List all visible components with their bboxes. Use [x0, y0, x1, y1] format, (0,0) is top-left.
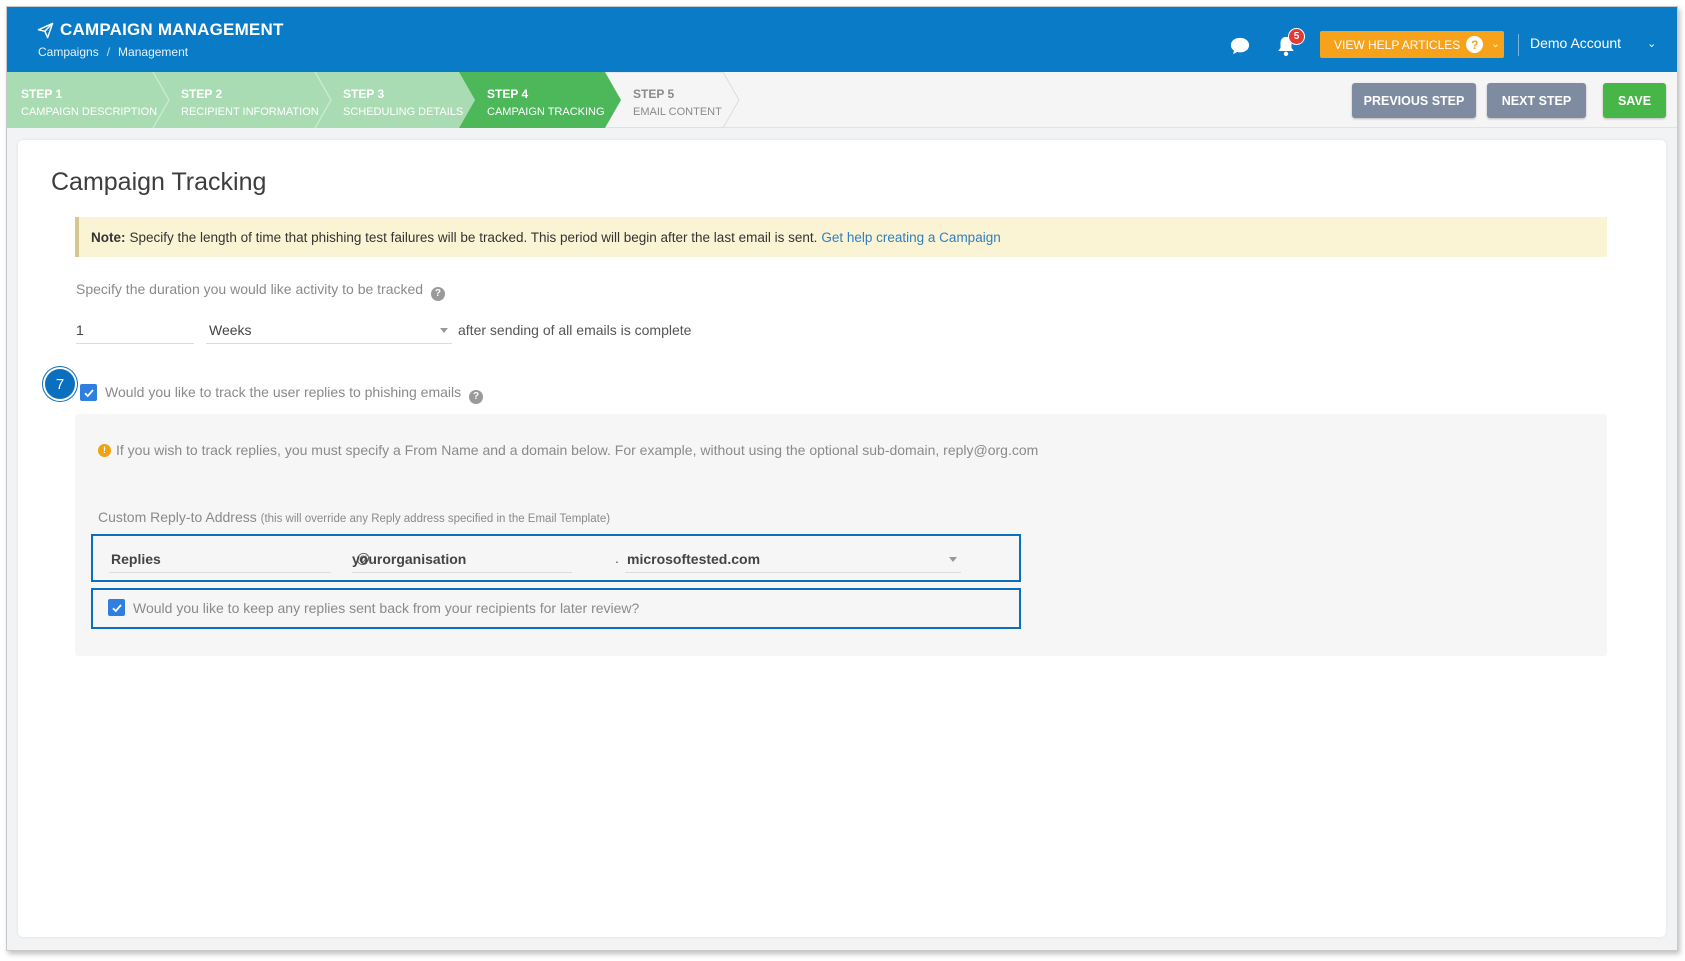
top-header: CAMPAIGN MANAGEMENT Campaigns / Manageme…: [7, 7, 1677, 72]
notification-badge: 5: [1288, 28, 1305, 45]
step-2[interactable]: STEP 2 RECIPIENT INFORMATION: [181, 85, 319, 121]
app-window: CAMPAIGN MANAGEMENT Campaigns / Manageme…: [6, 6, 1678, 951]
duration-unit-select[interactable]: Weeks: [206, 316, 452, 344]
main-card: Campaign Tracking Note: Specify the leng…: [18, 140, 1666, 937]
track-replies-label: Would you like to track the user replies…: [105, 384, 484, 404]
question-circle-icon[interactable]: ?: [430, 286, 445, 301]
duration-unit-value: Weeks: [209, 321, 252, 338]
caret-down-icon: [440, 328, 448, 333]
reply-address-hint: (this will override any Reply address sp…: [260, 513, 611, 525]
reply-settings-panel: ! If you wish to track replies, you must…: [75, 414, 1607, 656]
subdomain-input[interactable]: [352, 546, 572, 573]
dot-separator: .: [615, 550, 619, 566]
checkmark-icon: [111, 603, 122, 612]
reply-address-group: @ . microsoftested.com: [91, 534, 1021, 582]
duration-label-text: Specify the duration you would like acti…: [76, 281, 424, 297]
keep-replies-checkbox[interactable]: [108, 599, 125, 616]
reply-info-line: ! If you wish to track replies, you must…: [98, 442, 1038, 458]
keep-replies-label: Would you like to keep any replies sent …: [133, 600, 640, 616]
app-title-text: CAMPAIGN MANAGEMENT: [60, 20, 284, 39]
info-circle-icon: !: [98, 443, 111, 457]
breadcrumb-separator: /: [106, 45, 111, 59]
duration-suffix: after sending of all emails is complete: [458, 322, 692, 338]
save-button[interactable]: SAVE: [1603, 83, 1666, 118]
chat-icon[interactable]: [1229, 36, 1251, 56]
note-prefix: Note:: [91, 229, 126, 245]
reply-info-text: If you wish to track replies, you must s…: [116, 442, 1039, 458]
note-text: Specify the length of time that phishing…: [129, 229, 818, 245]
step-1[interactable]: STEP 1 CAMPAIGN DESCRIPTION: [21, 85, 157, 121]
domain-value: microsoftested.com: [627, 551, 761, 567]
step-5[interactable]: STEP 5 EMAIL CONTENT: [633, 85, 722, 121]
question-circle-icon[interactable]: ?: [469, 389, 484, 404]
account-menu[interactable]: Demo Account ⌄: [1530, 35, 1656, 51]
track-replies-label-text: Would you like to track the user replies…: [105, 384, 462, 400]
breadcrumb-campaigns[interactable]: Campaigns: [38, 45, 99, 59]
paper-plane-icon: [37, 22, 54, 38]
note-banner: Note: Specify the length of time that ph…: [75, 217, 1607, 257]
help-button-label: VIEW HELP ARTICLES: [1334, 37, 1461, 52]
wizard-steps-bar: STEP 1 CAMPAIGN DESCRIPTION STEP 2 RECIP…: [7, 72, 1677, 128]
reply-address-label-text: Custom Reply-to Address: [98, 509, 257, 525]
callout-number-badge: 7: [45, 369, 75, 399]
help-campaign-link[interactable]: Get help creating a Campaign: [821, 230, 1000, 245]
previous-step-button[interactable]: PREVIOUS STEP: [1352, 83, 1476, 118]
duration-label: Specify the duration you would like acti…: [76, 281, 445, 301]
account-name: Demo Account: [1530, 35, 1622, 51]
domain-select[interactable]: microsoftested.com: [625, 546, 961, 573]
header-divider: [1518, 34, 1519, 56]
duration-value-input[interactable]: [76, 316, 194, 344]
breadcrumb-management[interactable]: Management: [118, 45, 188, 59]
view-help-articles-button[interactable]: VIEW HELP ARTICLES ? ⌄: [1320, 31, 1504, 58]
app-title: CAMPAIGN MANAGEMENT: [37, 20, 284, 40]
next-step-button[interactable]: NEXT STEP: [1487, 83, 1586, 118]
from-name-input[interactable]: [109, 546, 331, 573]
step-4[interactable]: STEP 4 CAMPAIGN TRACKING: [487, 85, 605, 121]
chevron-down-icon: ⌄: [1491, 39, 1500, 50]
track-replies-checkbox[interactable]: [80, 384, 97, 401]
breadcrumb: Campaigns / Management: [38, 45, 188, 59]
question-circle-icon: ?: [1466, 36, 1484, 53]
chevron-down-icon: ⌄: [1647, 37, 1657, 50]
reply-address-label: Custom Reply-to Address (this will overr…: [98, 509, 610, 525]
checkmark-icon: [83, 388, 94, 397]
page-title: Campaign Tracking: [51, 168, 267, 196]
step-3[interactable]: STEP 3 SCHEDULING DETAILS: [343, 85, 463, 121]
keep-replies-group: Would you like to keep any replies sent …: [91, 588, 1021, 629]
caret-down-icon: [949, 557, 957, 562]
